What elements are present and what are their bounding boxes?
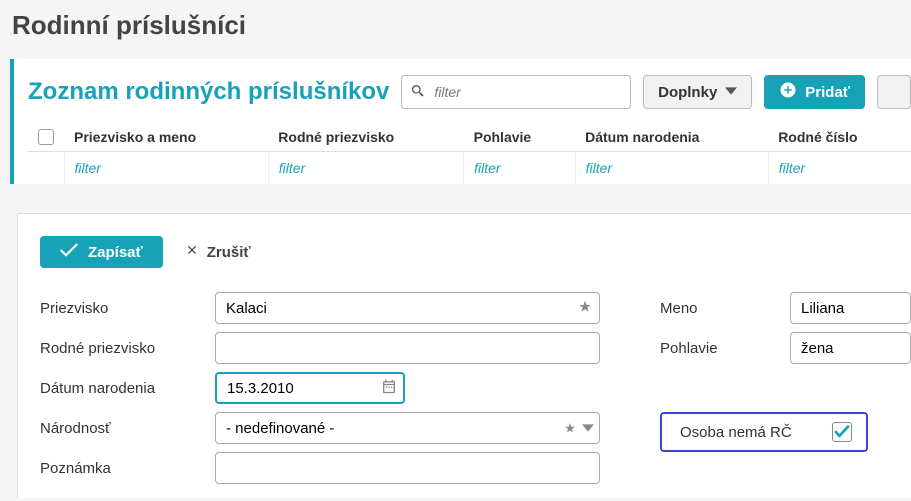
star-icon xyxy=(564,422,576,434)
no-pid-box[interactable]: Osoba nemá RČ xyxy=(660,412,868,452)
calendar-icon[interactable] xyxy=(381,379,397,398)
close-icon xyxy=(185,243,199,261)
col-maiden[interactable]: Rodné priezvisko xyxy=(268,123,463,152)
panel-title: Zoznam rodinných príslušníkov xyxy=(28,78,389,106)
extra-button[interactable] xyxy=(877,75,911,109)
note-input[interactable] xyxy=(215,452,600,484)
search-box[interactable] xyxy=(401,75,631,109)
label-no-pid: Osoba nemá RČ xyxy=(680,424,792,441)
page-title: Rodinní príslušníci xyxy=(0,0,911,59)
filter-dob[interactable]: filter xyxy=(575,152,768,185)
label-surname: Priezvisko xyxy=(40,300,215,317)
select-all-checkbox[interactable] xyxy=(38,129,54,145)
edit-form: Zapísať Zrušiť Priezvisko Rodné priezvis… xyxy=(18,214,911,498)
label-firstname: Meno xyxy=(660,300,790,317)
surname-input[interactable] xyxy=(215,292,600,324)
add-button[interactable]: Pridať xyxy=(764,75,865,109)
members-table: Priezvisko a meno Rodné priezvisko Pohla… xyxy=(28,123,911,184)
filter-pid[interactable]: filter xyxy=(768,152,911,185)
check-icon xyxy=(60,243,78,261)
nationality-select[interactable] xyxy=(215,412,600,444)
filter-maiden[interactable]: filter xyxy=(268,152,463,185)
list-panel: Zoznam rodinných príslušníkov Doplnky Pr… xyxy=(10,59,911,184)
firstname-input[interactable] xyxy=(790,292,911,324)
no-pid-checkbox[interactable] xyxy=(832,422,852,442)
maiden-input[interactable] xyxy=(215,332,600,364)
chevron-down-icon xyxy=(582,422,594,434)
filter-sex[interactable]: filter xyxy=(464,152,576,185)
label-dob: Dátum narodenia xyxy=(40,380,215,397)
caret-down-icon xyxy=(725,84,737,101)
label-sex: Pohlavie xyxy=(660,340,790,357)
dob-input[interactable] xyxy=(215,372,405,404)
addons-button[interactable]: Doplnky xyxy=(643,75,752,109)
col-pid[interactable]: Rodné číslo xyxy=(768,123,911,152)
col-dob[interactable]: Dátum narodenia xyxy=(575,123,768,152)
col-sex[interactable]: Pohlavie xyxy=(464,123,576,152)
filter-row: filter filter filter filter filter xyxy=(28,152,911,185)
plus-circle-icon xyxy=(779,81,797,103)
label-nationality: Národnosť xyxy=(40,420,215,437)
search-icon xyxy=(402,83,434,102)
select-icons[interactable] xyxy=(564,422,594,434)
search-input[interactable] xyxy=(434,84,630,100)
col-name[interactable]: Priezvisko a meno xyxy=(64,123,268,152)
star-icon xyxy=(578,300,592,317)
label-maiden: Rodné priezvisko xyxy=(40,340,215,357)
save-button[interactable]: Zapísať xyxy=(40,236,163,268)
filter-name[interactable]: filter xyxy=(64,152,268,185)
sex-select[interactable] xyxy=(790,332,911,364)
cancel-button[interactable]: Zrušiť xyxy=(185,243,251,261)
label-note: Poznámka xyxy=(40,460,215,477)
